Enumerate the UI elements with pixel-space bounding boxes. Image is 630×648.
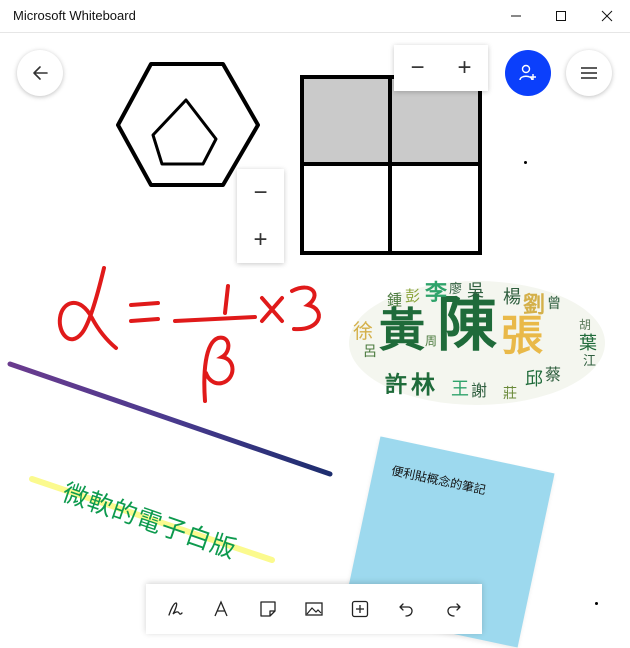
image-tool-button[interactable]	[297, 592, 331, 626]
formula-ink	[57, 266, 321, 403]
ink-dot	[595, 602, 598, 605]
word-cloud-word: 王	[451, 379, 469, 400]
add-person-icon	[519, 64, 536, 81]
undo-icon	[398, 603, 413, 617]
text-icon	[214, 600, 229, 617]
word-cloud-word: 吳	[467, 281, 484, 301]
word-cloud-word: 劉	[523, 293, 546, 318]
menu-button[interactable]	[566, 50, 612, 96]
word-cloud-word: 胡	[579, 318, 592, 332]
word-cloud-word: 黃	[379, 303, 425, 357]
word-cloud-word: 曾	[547, 296, 561, 312]
word-cloud-word: 廖	[449, 282, 463, 297]
close-button[interactable]	[584, 0, 630, 32]
minimize-button[interactable]	[493, 0, 539, 32]
plus-icon: +	[253, 225, 268, 253]
word-cloud-word: 張	[501, 311, 544, 360]
invite-button[interactable]	[505, 50, 551, 96]
word-cloud-word: 邱	[525, 369, 543, 390]
minimize-icon	[511, 15, 521, 17]
pen-icon	[168, 602, 183, 616]
word-cloud-word: 許	[385, 373, 408, 398]
title-bar: Microsoft Whiteboard	[0, 0, 630, 33]
redo-icon	[447, 603, 461, 617]
word-cloud-word: 徐	[353, 319, 373, 343]
window-title: Microsoft Whiteboard	[13, 8, 136, 23]
zoom-in-button[interactable]: +	[449, 52, 481, 84]
word-cloud-word: 蔡	[545, 365, 562, 384]
word-cloud-word: 葉	[579, 333, 597, 354]
word-cloud-word: 李	[425, 281, 448, 306]
close-icon	[601, 10, 613, 22]
bottom-toolbar	[146, 584, 482, 634]
sticky-note-icon	[260, 601, 276, 617]
word-cloud[interactable]: 陳 黃 張 李 林 許 劉 曾 彭 鍾 吳 廖 楊 徐 葉 王 謝 莊 邱 蔡 …	[345, 277, 610, 412]
image-icon	[305, 602, 323, 616]
word-cloud-word: 鍾	[387, 291, 403, 309]
word-cloud-word: 呂	[363, 344, 377, 360]
word-cloud-word: 謝	[471, 381, 488, 400]
ink-dot	[524, 161, 527, 164]
sticky-note-text[interactable]: 便利貼概念的筆記	[390, 462, 487, 499]
word-cloud-word: 周	[425, 334, 438, 348]
pentagon-drawing	[151, 98, 218, 166]
hamburger-menu-icon	[581, 67, 597, 79]
back-button[interactable]	[17, 50, 63, 96]
minus-icon: −	[410, 54, 425, 81]
maximize-button[interactable]	[538, 0, 584, 32]
minus-icon: −	[253, 178, 268, 206]
plus-icon: +	[457, 54, 472, 81]
word-cloud-word: 彭	[405, 287, 421, 305]
arrow-left-icon	[33, 66, 48, 80]
galaxy-ink-stroke	[7, 361, 333, 477]
zoom-control-top: − +	[394, 45, 488, 91]
insert-tool-button[interactable]	[343, 592, 377, 626]
pen-tool-button[interactable]	[158, 592, 192, 626]
add-box-icon	[352, 600, 369, 618]
note-tool-button[interactable]	[251, 592, 285, 626]
zoom-in-button[interactable]: +	[245, 224, 277, 256]
undo-button[interactable]	[390, 592, 424, 626]
text-tool-button[interactable]	[204, 592, 238, 626]
zoom-out-button[interactable]: −	[402, 52, 434, 84]
redo-button[interactable]	[436, 592, 470, 626]
grid-drawing	[300, 75, 482, 255]
zoom-out-button[interactable]: −	[245, 177, 277, 209]
zoom-control-side: − +	[237, 169, 284, 263]
whiteboard-canvas[interactable]: 微軟的電子白版 陳 黃 張 李 林 許 劉 曾 彭 鍾 吳 廖 楊 徐 葉 王 …	[0, 33, 630, 648]
maximize-icon	[556, 11, 566, 21]
word-cloud-word: 江	[583, 354, 597, 369]
word-cloud-word: 莊	[503, 386, 517, 402]
word-cloud-word: 林	[411, 371, 435, 399]
word-cloud-word: 楊	[503, 287, 521, 308]
hexagon-drawing	[116, 62, 260, 187]
